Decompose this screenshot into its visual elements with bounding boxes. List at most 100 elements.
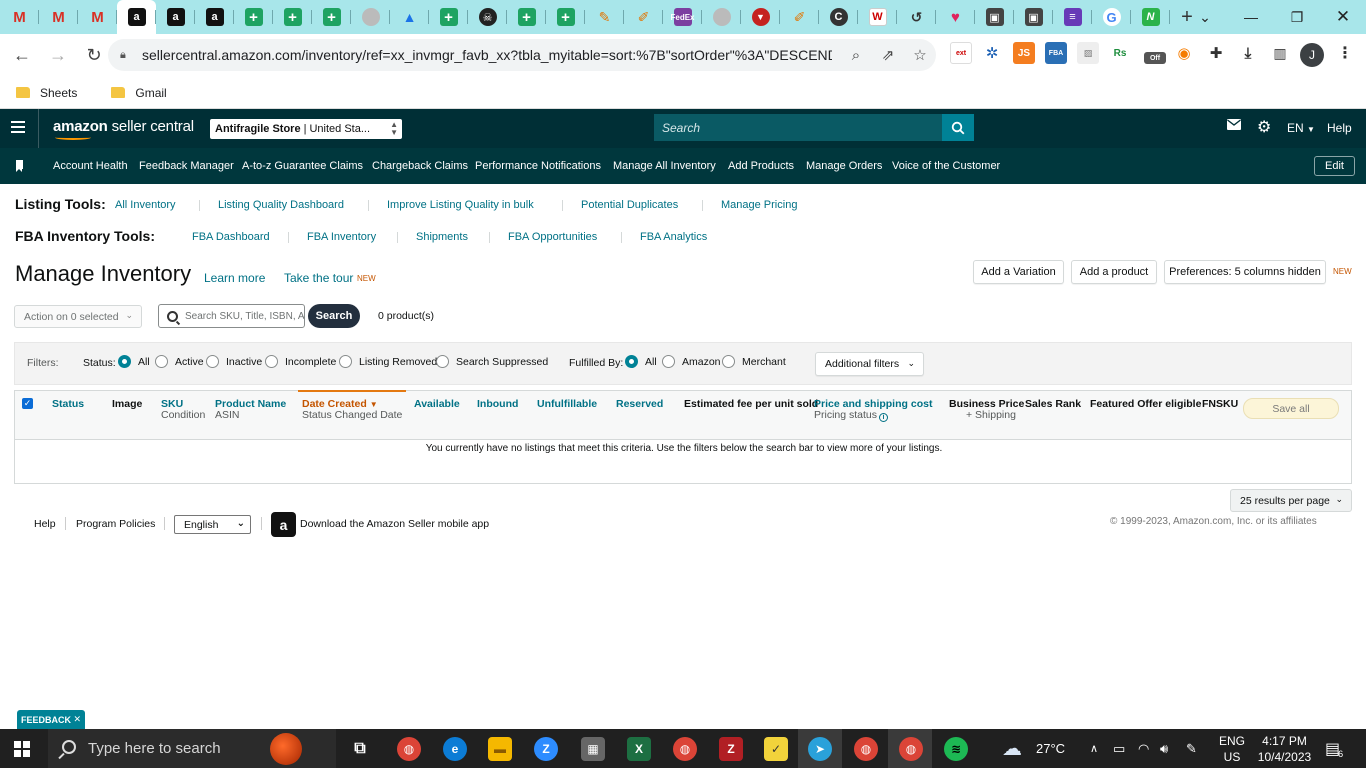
close-window-icon[interactable]: ✕ <box>1320 0 1366 34</box>
results-per-page-select[interactable]: 25 results per page ⌄ <box>1230 489 1352 512</box>
fulfilled-option-amazon[interactable]: Amazon <box>682 356 721 368</box>
excel-icon[interactable]: X <box>627 737 651 761</box>
footer-program-policies-link[interactable]: Program Policies <box>76 518 155 530</box>
select-all-checkbox[interactable]: ✓ <box>22 398 33 409</box>
download-icon[interactable]: ⤓ <box>1237 42 1259 64</box>
share-icon[interactable]: ⇗ <box>874 39 902 71</box>
store-selector[interactable]: Antifragile Store | United Sta... ▲ ▼ <box>210 119 402 139</box>
column-inbound[interactable]: Inbound <box>477 398 518 410</box>
weather-cloud-icon[interactable]: ☁ <box>1002 729 1022 768</box>
add-variation-button[interactable]: Add a Variation <box>973 260 1064 284</box>
tab-gmail-3[interactable]: M <box>78 0 117 34</box>
tab-drive[interactable]: ▲ <box>390 0 429 34</box>
js-extension-icon[interactable]: JS <box>1013 42 1035 64</box>
address-bar[interactable]: 🔒︎ sellercentral.amazon.com/inventory/re… <box>108 39 936 71</box>
tab-wp[interactable]: W <box>858 0 897 34</box>
bookmark-sheets[interactable]: Sheets <box>16 86 77 100</box>
image-extension-icon[interactable]: ▨ <box>1077 42 1099 64</box>
more-menu-icon[interactable]: ⋮ <box>1334 42 1356 64</box>
status-option-search-suppressed[interactable]: Search Suppressed <box>456 356 548 368</box>
download-app-link[interactable]: Download the Amazon Seller mobile app <box>300 518 489 530</box>
header-search-button[interactable] <box>942 114 974 141</box>
tab-sheets-5[interactable]: + <box>507 0 546 34</box>
task-view-icon[interactable]: ⧉ <box>348 737 372 761</box>
tab-heart[interactable]: ♥ <box>936 0 975 34</box>
nav-account-health[interactable]: Account Health <box>53 160 128 172</box>
mail-icon[interactable] <box>1227 119 1241 130</box>
info-icon[interactable]: i <box>879 413 889 422</box>
zoom-search-icon[interactable]: ⌕ <box>842 39 870 71</box>
tab-feather[interactable]: ✐ <box>624 0 663 34</box>
battery-icon[interactable]: ▭ <box>1113 729 1125 768</box>
tool-fba-analytics[interactable]: FBA Analytics <box>640 231 707 243</box>
help-link[interactable]: Help <box>1327 121 1352 135</box>
input-language-indicator[interactable]: ENG US <box>1219 729 1245 768</box>
temperature[interactable]: 27°C <box>1036 729 1065 768</box>
status-option-active[interactable]: Active <box>175 356 204 368</box>
fulfilled-radio-all[interactable] <box>625 355 638 368</box>
tab-sheets-2[interactable]: + <box>273 0 312 34</box>
tab-search-chevron-icon[interactable]: ⌄ <box>1182 0 1228 34</box>
extension-settings-icon[interactable]: ✲ <box>981 42 1003 64</box>
preferences-button[interactable]: Preferences: 5 columns hidden <box>1164 260 1326 284</box>
close-icon[interactable]: ✕ <box>73 714 81 725</box>
tab-gmail-2[interactable]: M <box>39 0 78 34</box>
feedback-tab[interactable]: FEEDBACK ✕ <box>17 710 85 729</box>
tool-improve-listing-quality[interactable]: Improve Listing Quality in bulk <box>387 199 534 211</box>
nav-add-products[interactable]: Add Products <box>728 160 794 172</box>
fulfilled-option-all[interactable]: All <box>645 356 657 368</box>
status-option-inactive[interactable]: Inactive <box>226 356 262 368</box>
puzzle-extensions-icon[interactable]: ✚ <box>1205 42 1227 64</box>
side-panel-icon[interactable]: ▥ <box>1269 42 1291 64</box>
pen-workspace-icon[interactable]: ✎ <box>1186 729 1197 768</box>
show-hidden-icons-chevron-icon[interactable]: ∧ <box>1090 729 1098 768</box>
tab-list[interactable]: ≡ <box>1053 0 1092 34</box>
status-radio-incomplete[interactable] <box>265 355 278 368</box>
column-reserved[interactable]: Reserved <box>616 398 663 410</box>
search-highlight-icon[interactable] <box>270 733 302 765</box>
tool-fba-dashboard[interactable]: FBA Dashboard <box>192 231 270 243</box>
file-explorer-icon[interactable]: ▬ <box>488 737 512 761</box>
fulfilled-radio-amazon[interactable] <box>662 355 675 368</box>
settings-gear-icon[interactable]: ⚙ <box>1257 117 1271 137</box>
fba-extension-icon[interactable]: FBA <box>1045 42 1067 64</box>
off-extension-icon[interactable]: Off <box>1144 52 1166 64</box>
notifications-icon[interactable]: ▤ 6 <box>1325 729 1345 768</box>
tool-fba-opportunities[interactable]: FBA Opportunities <box>508 231 597 243</box>
chrome-icon[interactable]: ◍ <box>397 737 421 761</box>
edit-nav-button[interactable]: Edit <box>1314 156 1355 176</box>
status-option-listing-removed[interactable]: Listing Removed <box>359 356 437 368</box>
tool-potential-duplicates[interactable]: Potential Duplicates <box>581 199 678 211</box>
tab-loading[interactable] <box>351 0 390 34</box>
additional-filters-dropdown[interactable]: Additional filters ⌄ <box>815 352 924 376</box>
tab-google[interactable]: G <box>1092 0 1131 34</box>
inventory-search-input[interactable]: Search SKU, Title, ISBN, A <box>158 304 305 328</box>
wifi-icon[interactable]: ◠ <box>1138 729 1149 768</box>
windows-start-icon[interactable] <box>14 741 30 757</box>
column-unfulfillable[interactable]: Unfulfillable <box>537 398 597 410</box>
tab-amazon-3[interactable]: a <box>195 0 234 34</box>
tab-fedex[interactable]: FedEx <box>663 0 702 34</box>
forward-arrow-icon[interactable]: → <box>42 40 74 72</box>
tab-red-shield[interactable]: ▼ <box>741 0 780 34</box>
tab-sheets-3[interactable]: + <box>312 0 351 34</box>
nav-manage-all-inventory[interactable]: Manage All Inventory <box>613 160 716 172</box>
profile-avatar[interactable]: J <box>1300 43 1324 67</box>
chrome-profile-icon[interactable]: ◍ <box>673 737 697 761</box>
status-radio-all[interactable] <box>118 355 131 368</box>
tab-amazon-active[interactable]: a <box>117 0 156 34</box>
take-tour-link[interactable]: Take the tour <box>284 271 353 285</box>
status-radio-search-suppressed[interactable] <box>436 355 449 368</box>
column-status[interactable]: Status <box>52 398 84 410</box>
nav-chargeback-claims[interactable]: Chargeback Claims <box>372 160 468 172</box>
back-arrow-icon[interactable]: ← <box>6 40 38 72</box>
telegram-icon[interactable]: ➤ <box>808 737 832 761</box>
orange-circle-icon[interactable]: ◉ <box>1173 42 1195 64</box>
tab-circle-c[interactable]: C <box>819 0 858 34</box>
restore-icon[interactable]: ❐ <box>1274 0 1320 34</box>
bulk-action-select[interactable]: Action on 0 selected ⌄ <box>14 305 142 328</box>
tab-amazon-2[interactable]: a <box>156 0 195 34</box>
tab-feather-2[interactable]: ✐ <box>780 0 819 34</box>
clock[interactable]: 4:17 PM 10/4/2023 <box>1257 729 1312 768</box>
extension-icon[interactable]: ext <box>950 42 972 64</box>
